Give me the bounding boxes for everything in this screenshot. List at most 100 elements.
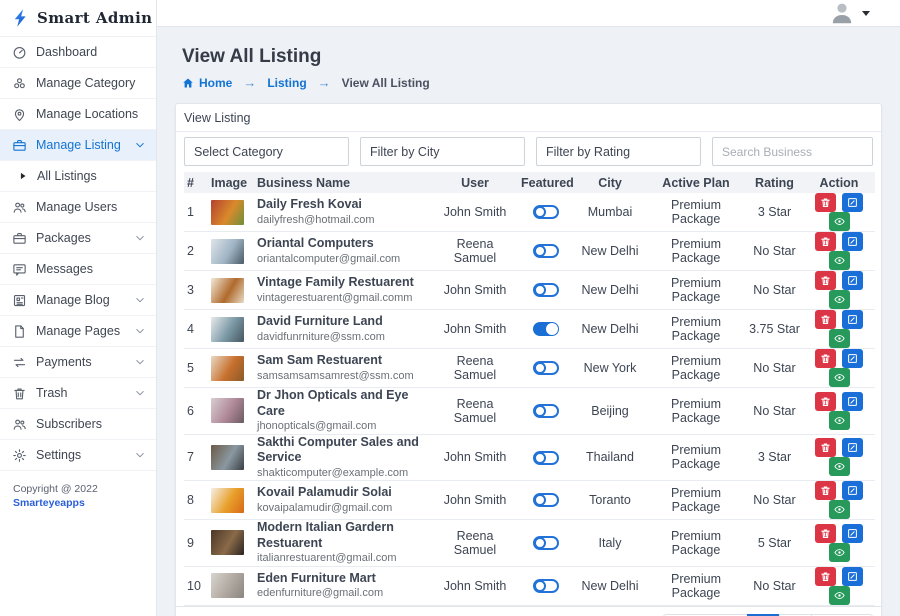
edit-button[interactable] [842,232,863,251]
sidebar-item-manage-locations[interactable]: Manage Locations [0,99,156,130]
table-row: 7 Sakthi Computer Sales and Service shak… [184,434,875,481]
edit-button[interactable] [842,392,863,411]
sidebar-item-settings[interactable]: Settings [0,440,156,471]
blog-icon [12,293,27,308]
page-icon [12,324,27,339]
column-header-rating: Rating [746,172,803,193]
edit-button[interactable] [842,193,863,212]
view-button[interactable] [829,543,850,562]
featured-toggle[interactable] [533,579,559,593]
featured-toggle[interactable] [533,493,559,507]
sidebar-item-manage-listing[interactable]: Manage Listing [0,130,156,161]
user-avatar-icon [829,0,855,26]
table-header-row: #ImageBusiness NameUserFeaturedCityActiv… [184,172,875,193]
delete-button[interactable] [815,438,836,457]
rating-filter-select[interactable]: Filter by Rating [536,137,701,166]
delete-button[interactable] [815,524,836,543]
row-number: 10 [184,566,208,605]
view-button[interactable] [829,290,850,309]
sidebar-item-trash[interactable]: Trash [0,378,156,409]
featured-toggle[interactable] [533,283,559,297]
sidebar-item-label: Payments [36,355,92,369]
featured-toggle[interactable] [533,361,559,375]
business-email: davidfunrniture@ssm.com [257,330,429,344]
table-row: 4 David Furniture Land davidfunrniture@s… [184,310,875,349]
sidebar-item-messages[interactable]: Messages [0,254,156,285]
delete-button[interactable] [815,193,836,212]
city: Italy [574,520,646,567]
user-name: Reena Samuel [432,388,518,435]
user-menu[interactable] [829,0,870,26]
delete-button[interactable] [815,232,836,251]
briefcase-icon [12,138,27,153]
sidebar-item-payments[interactable]: Payments [0,347,156,378]
user-name: John Smith [432,434,518,481]
sidebar-item-manage-blog[interactable]: Manage Blog [0,285,156,316]
view-button[interactable] [829,329,850,348]
rating: No Star [746,481,803,520]
edit-button[interactable] [842,524,863,543]
sidebar-item-manage-pages[interactable]: Manage Pages [0,316,156,347]
user-name: John Smith [432,193,518,232]
copyright-link[interactable]: Smarteyeapps [13,497,85,509]
edit-button[interactable] [842,349,863,368]
view-button[interactable] [829,500,850,519]
sidebar-item-packages[interactable]: Packages [0,223,156,254]
rating: 3 Star [746,434,803,481]
category-filter-select[interactable]: Select Category [184,137,349,166]
edit-button[interactable] [842,567,863,586]
delete-button[interactable] [815,349,836,368]
featured-toggle[interactable] [533,451,559,465]
edit-button[interactable] [842,481,863,500]
location-pin-icon [12,107,27,122]
edit-button[interactable] [842,271,863,290]
delete-button[interactable] [815,481,836,500]
view-button[interactable] [829,411,850,430]
sidebar-item-label: Messages [36,262,93,276]
payments-icon [12,355,27,370]
view-button[interactable] [829,457,850,476]
city: Toranto [574,481,646,520]
table-row: 8 Kovail Palamudir Solai kovaipalamudir@… [184,481,875,520]
featured-toggle[interactable] [533,404,559,418]
featured-toggle[interactable] [533,205,559,219]
city: New Delhi [574,232,646,271]
listing-thumbnail [211,530,244,555]
row-number: 3 [184,271,208,310]
business-email: shakticomputer@example.com [257,466,429,480]
users-icon [12,200,27,215]
view-button[interactable] [829,586,850,605]
row-number: 8 [184,481,208,520]
search-business-input[interactable] [712,137,873,166]
listing-thumbnail [211,278,244,303]
view-button[interactable] [829,251,850,270]
sidebar-item-subscribers[interactable]: Subscribers [0,409,156,440]
delete-button[interactable] [815,271,836,290]
city-filter-select[interactable]: Filter by City [360,137,525,166]
featured-toggle[interactable] [533,322,559,336]
featured-toggle[interactable] [533,244,559,258]
category-icon [12,76,27,91]
business-email: kovaipalamudir@gmail.com [257,501,429,515]
sidebar-item-dashboard[interactable]: Dashboard [0,37,156,68]
delete-button[interactable] [815,392,836,411]
edit-button[interactable] [842,438,863,457]
sidebar-item-manage-category[interactable]: Manage Category [0,68,156,99]
user-name: Reena Samuel [432,520,518,567]
view-button[interactable] [829,212,850,231]
active-plan: Premium Package [646,193,746,232]
edit-button[interactable] [842,310,863,329]
row-number: 5 [184,349,208,388]
breadcrumb-item-listing[interactable]: Listing [267,76,306,90]
delete-button[interactable] [815,310,836,329]
delete-button[interactable] [815,567,836,586]
sidebar-item-all-listings[interactable]: All Listings [0,161,156,192]
featured-toggle[interactable] [533,536,559,550]
view-button[interactable] [829,368,850,387]
column-header-num: # [184,172,208,193]
chevron-down-icon [134,139,146,151]
brand[interactable]: Smart Admin [0,0,156,37]
breadcrumb-item-home[interactable]: Home [182,76,232,90]
sidebar-item-manage-users[interactable]: Manage Users [0,192,156,223]
rating: No Star [746,388,803,435]
